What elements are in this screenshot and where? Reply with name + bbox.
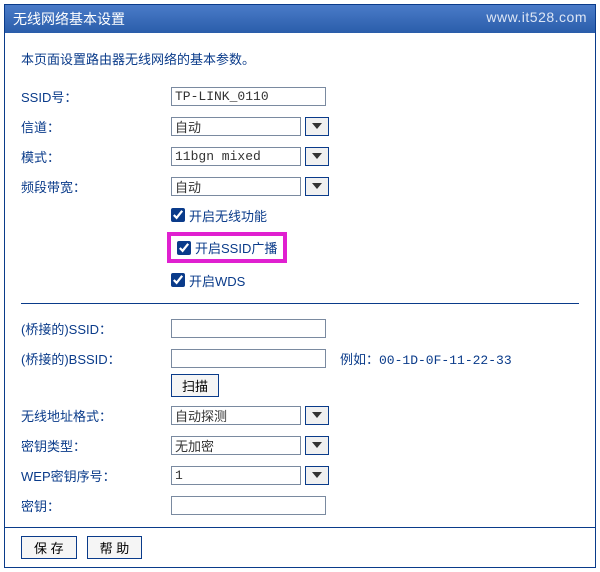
- chevron-down-icon: [312, 183, 322, 189]
- enable-ssid-broadcast-label: 开启SSID广播: [195, 238, 277, 257]
- enc-type-label: 密钥类型：: [21, 436, 171, 455]
- ssid-label: SSID号：: [21, 87, 171, 106]
- addr-format-value: 自动探测: [171, 406, 301, 425]
- wep-index-dropdown-button[interactable]: [305, 466, 329, 485]
- bridged-bssid-input[interactable]: [171, 349, 326, 368]
- mode-dropdown-button[interactable]: [305, 147, 329, 166]
- enable-wds-label: 开启WDS: [189, 271, 245, 290]
- key-label: 密钥：: [21, 496, 171, 515]
- enc-type-select[interactable]: 无加密: [171, 436, 329, 455]
- scan-button[interactable]: 扫描: [171, 374, 219, 397]
- addr-format-label: 无线地址格式：: [21, 406, 171, 425]
- enc-type-dropdown-button[interactable]: [305, 436, 329, 455]
- bandwidth-select[interactable]: 自动: [171, 177, 329, 196]
- enc-type-value: 无加密: [171, 436, 301, 455]
- ssid-input[interactable]: [171, 87, 326, 106]
- mode-value: 11bgn mixed: [171, 147, 301, 166]
- bandwidth-value: 自动: [171, 177, 301, 196]
- channel-label: 信道：: [21, 117, 171, 136]
- chevron-down-icon: [312, 472, 322, 478]
- bridged-ssid-input[interactable]: [171, 319, 326, 338]
- enable-wds-row: 开启WDS: [171, 267, 579, 293]
- watermark: www.it528.com: [486, 9, 587, 25]
- mode-select[interactable]: 11bgn mixed: [171, 147, 329, 166]
- chevron-down-icon: [312, 123, 322, 129]
- enable-wireless-checkbox[interactable]: [171, 208, 185, 222]
- mode-label: 模式：: [21, 147, 171, 166]
- intro-text: 本页面设置路由器无线网络的基本参数。: [21, 49, 579, 68]
- bandwidth-label: 频段带宽：: [21, 177, 171, 196]
- wep-index-label: WEP密钥序号：: [21, 466, 171, 485]
- channel-dropdown-button[interactable]: [305, 117, 329, 136]
- title-bar: 无线网络基本设置 www.it528.com: [5, 5, 595, 33]
- enable-ssid-broadcast-highlight: 开启SSID广播: [167, 232, 287, 263]
- title-text: 无线网络基本设置: [13, 11, 125, 27]
- enable-wds-checkbox[interactable]: [171, 273, 185, 287]
- bandwidth-dropdown-button[interactable]: [305, 177, 329, 196]
- save-button[interactable]: 保 存: [21, 536, 77, 559]
- bssid-example: 例如：00-1D-0F-11-22-33: [340, 349, 512, 368]
- enable-wireless-row: 开启无线功能: [171, 202, 579, 228]
- wep-index-select[interactable]: 1: [171, 466, 329, 485]
- bridged-bssid-label: (桥接的)BSSID：: [21, 349, 171, 368]
- wep-index-value: 1: [171, 466, 301, 485]
- enable-wireless-label: 开启无线功能: [189, 206, 267, 225]
- chevron-down-icon: [312, 412, 322, 418]
- key-input[interactable]: [171, 496, 326, 515]
- enable-ssid-broadcast-checkbox[interactable]: [177, 241, 191, 255]
- help-button[interactable]: 帮 助: [87, 536, 143, 559]
- chevron-down-icon: [312, 153, 322, 159]
- divider: [21, 303, 579, 304]
- channel-value: 自动: [171, 117, 301, 136]
- chevron-down-icon: [312, 442, 322, 448]
- channel-select[interactable]: 自动: [171, 117, 329, 136]
- addr-format-dropdown-button[interactable]: [305, 406, 329, 425]
- bridged-ssid-label: (桥接的)SSID：: [21, 319, 171, 338]
- footer-buttons: 保 存 帮 助: [5, 527, 595, 567]
- content-area: 本页面设置路由器无线网络的基本参数。 SSID号： 信道： 自动 模式： 11b…: [5, 33, 595, 527]
- settings-panel: 无线网络基本设置 www.it528.com 本页面设置路由器无线网络的基本参数…: [4, 4, 596, 568]
- addr-format-select[interactable]: 自动探测: [171, 406, 329, 425]
